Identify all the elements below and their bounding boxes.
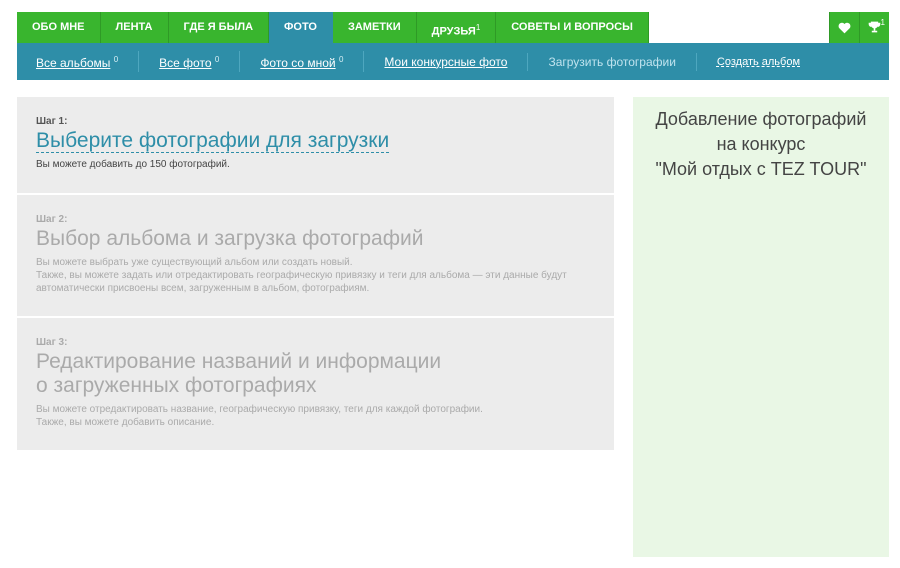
step-3-title: Редактирование названий и информации о з… <box>36 350 595 398</box>
heart-icon <box>838 22 851 33</box>
step-2-title: Выбор альбома и загрузка фотографий <box>36 227 424 250</box>
subnav-photos-with-me: Фото со мной 0 <box>240 51 365 72</box>
tab-friends-label: ДРУЗЬЯ <box>431 25 476 38</box>
tab-feed-label: ЛЕНТА <box>115 21 153 33</box>
all-albums-link[interactable]: Все альбомы <box>36 56 110 70</box>
step-1-description: Вы можете добавить до 150 фотографий. <box>36 158 595 171</box>
subnav-contest-photos: Мои конкурсные фото <box>364 52 529 71</box>
contest-panel: Добавление фотографий на конкурс "Мой от… <box>633 97 889 557</box>
contest-heading-line: Добавление фотографий <box>655 109 867 129</box>
create-album-link[interactable]: Создать альбом <box>717 56 800 68</box>
main-nav: ОБО МНЕ ЛЕНТА ГДЕ Я БЫЛА ФОТО ЗАМЕТКИ ДР… <box>17 12 649 43</box>
tab-feed[interactable]: ЛЕНТА <box>100 12 169 43</box>
all-albums-count: 0 <box>113 55 119 64</box>
step-2-label: Шаг 2: <box>36 214 68 225</box>
subnav-create-album: Создать альбом <box>697 52 820 71</box>
step-2-desc-line: Вы можете выбрать уже существующий альбо… <box>36 257 353 268</box>
select-photos-link[interactable]: Выберите фотографии для загрузки <box>36 129 390 153</box>
upload-photos-current: Загрузить фотографии <box>548 54 676 69</box>
step-3-description: Вы можете отредактировать название, геог… <box>36 403 595 429</box>
tab-tips-label: СОВЕТЫ И ВОПРОСЫ <box>511 21 633 33</box>
step-2-desc-line: автоматически присвоены всем, загруженны… <box>36 283 370 294</box>
favorites-button[interactable] <box>829 12 859 43</box>
step-3-panel: Шаг 3: Редактирование названий и информа… <box>17 318 614 452</box>
awards-button[interactable]: 1 <box>859 12 889 43</box>
step-1-label: Шаг 1: <box>36 116 68 127</box>
tab-tips-questions[interactable]: СОВЕТЫ И ВОПРОСЫ <box>496 12 649 43</box>
all-photos-count: 0 <box>214 55 220 64</box>
step-3-desc-line: Вы можете отредактировать название, геог… <box>36 404 483 415</box>
step-1-title: Выберите фотографии для загрузки <box>36 129 595 153</box>
tab-about-label: ОБО МНЕ <box>32 21 85 33</box>
step-1-panel: Шаг 1: Выберите фотографии для загрузки … <box>17 97 614 195</box>
subnav-upload-photos: Загрузить фотографии <box>528 52 697 71</box>
tab-friends[interactable]: ДРУЗЬЯ1 <box>416 12 497 43</box>
trophy-badge: 1 <box>880 18 885 27</box>
contest-heading-line: "Мой отдых с TEZ TOUR" <box>655 159 867 179</box>
tab-notes-label: ЗАМЕТКИ <box>347 21 401 33</box>
step-3-title-line: Редактирование названий и информации <box>36 350 442 373</box>
photo-subnav: Все альбомы 0 Все фото 0 Фото со мной 0 … <box>17 43 889 80</box>
subnav-all-albums: Все альбомы 0 <box>17 51 140 72</box>
step-3-title-line: о загруженных фотографиях <box>36 374 317 397</box>
tab-where-i-was[interactable]: ГДЕ Я БЫЛА <box>168 12 270 43</box>
step-2-panel: Шаг 2: Выбор альбома и загрузка фотограф… <box>17 195 614 318</box>
friends-badge: 1 <box>475 23 481 32</box>
step-2-description: Вы можете выбрать уже существующий альбо… <box>36 256 595 295</box>
contest-heading-line: на конкурс <box>716 134 806 154</box>
photos-with-me-link[interactable]: Фото со мной <box>260 56 335 70</box>
trophy-icon <box>868 21 881 33</box>
tab-photo[interactable]: ФОТО <box>269 12 333 43</box>
tab-notes[interactable]: ЗАМЕТКИ <box>332 12 417 43</box>
contest-photos-link[interactable]: Мои конкурсные фото <box>384 55 507 69</box>
photos-with-me-count: 0 <box>338 55 344 64</box>
tab-about[interactable]: ОБО МНЕ <box>17 12 101 43</box>
all-photos-link[interactable]: Все фото <box>159 56 211 70</box>
step-3-label: Шаг 3: <box>36 337 68 348</box>
subnav-all-photos: Все фото 0 <box>139 51 241 72</box>
step-3-desc-line: Также, вы можете добавить описание. <box>36 417 215 428</box>
tab-where-i-was-label: ГДЕ Я БЫЛА <box>183 21 254 33</box>
upload-steps: Шаг 1: Выберите фотографии для загрузки … <box>17 97 614 452</box>
step-2-desc-line: Также, вы можете задать или отредактиров… <box>36 270 567 281</box>
right-icons: 1 <box>829 12 889 43</box>
tab-photo-label: ФОТО <box>284 21 317 33</box>
step-1-desc-line: Вы можете добавить до 150 фотографий. <box>36 159 230 170</box>
